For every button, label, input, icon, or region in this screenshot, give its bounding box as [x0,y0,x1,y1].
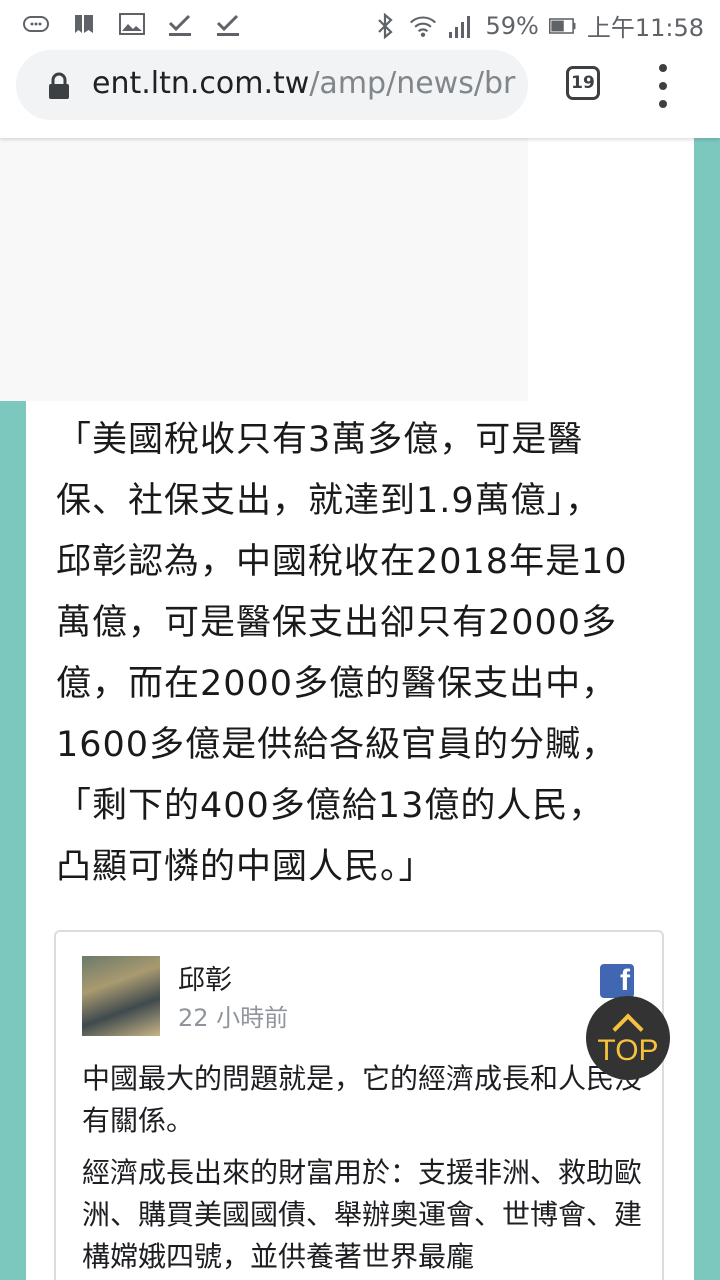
signal-icon [447,12,475,40]
scroll-to-top-button[interactable]: TOP [586,996,670,1080]
post-author[interactable]: 邱彰 [178,958,232,997]
voicemail-icon [22,10,50,38]
post-paragraph: 經濟成長出來的財富用於：支援非洲、救助歐洲、購買美國國債、舉辦奧運會、世博會、建… [82,1156,643,1273]
overflow-menu-button[interactable] [650,64,676,108]
status-bar: 59% 上午11:58 [0,0,720,50]
menu-dot-icon [659,100,667,108]
article-line: 邱彰認為，中國稅收在2018年是10 [56,542,628,582]
download-done-icon [166,10,194,38]
url-host: ent.ltn.com.tw [92,66,310,101]
wifi-icon [409,12,437,40]
image-icon [118,10,146,38]
post-timestamp[interactable]: 22 小時前 [178,998,288,1033]
menu-dot-icon [659,64,667,72]
tab-switcher-button[interactable]: 19 [566,66,600,100]
article-line: 億，而在2000多億的醫保支出中， [56,664,618,704]
battery-percent: 59% [485,11,539,40]
article-line: 「美國稅收只有3萬多億，可是醫 [56,420,584,460]
right-border-decoration [694,138,720,1280]
web-content: 「美國稅收只有3萬多億，可是醫 保、社保支出，就達到1.9萬億」， 邱彰認為，中… [0,138,720,1280]
bookmarks-icon [70,10,98,38]
article-line: 1600多億是供給各級官員的分贓， [56,725,618,765]
browser-toolbar: ent.ltn.com.tw/amp/news/br 19 [0,50,720,138]
bluetooth-icon [371,12,399,40]
facebook-embed-card[interactable]: 邱彰 22 小時前 f 中國最大的問題就是，它的經濟成長和人民沒有關係。 經濟成… [54,930,664,1280]
url-text[interactable]: ent.ltn.com.tw/amp/news/br [92,66,524,101]
article-line: 保、社保支出，就達到1.9萬億」， [56,481,602,521]
post-paragraph: 中國最大的問題就是，它的經濟成長和人民沒有關係。 [82,1062,643,1137]
facebook-icon[interactable]: f [600,964,634,998]
battery-icon [548,12,577,40]
article-line: 凸顯可憐的中國人民。」 [56,847,435,887]
avatar[interactable] [82,956,160,1036]
article-line: 「剩下的400多億給13億的人民， [56,786,605,826]
article-body: 「美國稅收只有3萬多億，可是醫 保、社保支出，就達到1.9萬億」， 邱彰認為，中… [56,410,676,898]
url-bar[interactable]: ent.ltn.com.tw/amp/news/br [16,50,528,120]
left-border-decoration [0,401,26,1280]
lock-icon [49,72,69,99]
url-path: /amp/news/br [309,66,516,101]
menu-dot-icon [659,82,667,90]
ad-placeholder [0,138,528,401]
clock: 上午11:58 [586,14,704,42]
download-done-icon-2 [214,10,242,38]
article-line: 萬億，可是醫保支出卻只有2000多 [56,603,618,643]
